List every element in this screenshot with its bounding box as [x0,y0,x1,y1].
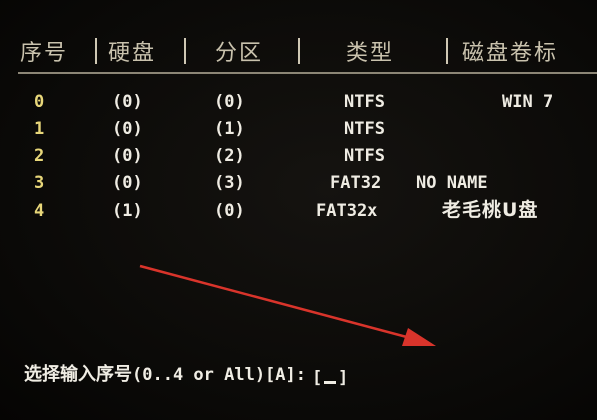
selection-prompt: 选择输入序号(0..4 or All)[A]: [] [24,362,348,388]
input-bracket-open: [ [312,368,323,388]
prompt-text-cn: 选择输入序号 [24,364,132,385]
arrow-head [402,328,436,346]
dos-screen: 序号 硬盘 分区 类型 磁盘卷标 0 (0) (0) NTFS WIN 7 1 … [0,0,597,420]
prompt-text-en: (0..4 or All)[A]: [132,365,306,385]
input-bracket-close: ] [338,368,349,388]
text-cursor [324,381,336,384]
annotation-arrow [139,264,436,346]
selection-input[interactable]: [] [312,364,348,388]
arrow-shaft [139,264,419,342]
